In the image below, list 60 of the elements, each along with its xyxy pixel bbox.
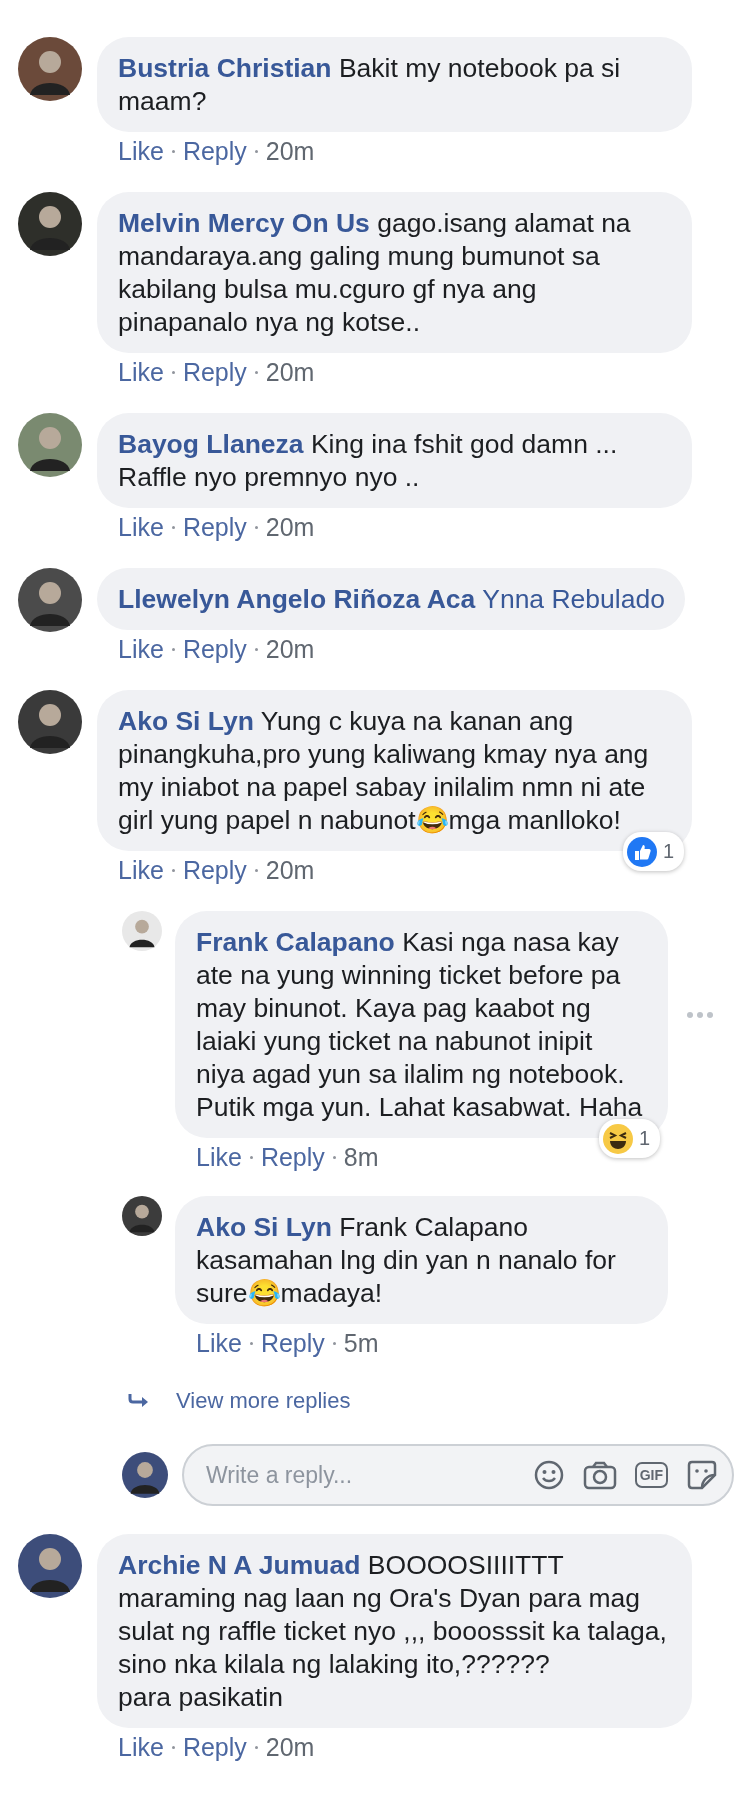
like-link[interactable]: Like [196, 1330, 242, 1356]
comment-text: Bustria Christian Bakit my notebook pa si maam? [118, 53, 622, 116]
comment-text: Ako Si Lyn Frank Calapano kasamahan lng din yan n nanalo for sure😂madaya! [196, 1212, 617, 1308]
author-name[interactable]: Archie N A Jumuad [118, 1550, 361, 1580]
comment-text: Archie N A Jumuad BOOOOSIIIITTT maraming nag laan ng Ora's Dyan para mag sulat ng raffle ticket nyo ,,, booosssit ka talaga, sino nka kilala ng lalaking ito,?????? para pasikatin [118, 1550, 668, 1712]
like-link[interactable]: Like [118, 514, 164, 540]
like-link[interactable]: Like [118, 138, 164, 164]
comment-time: 20m [265, 514, 315, 540]
like-link[interactable]: Like [118, 1734, 164, 1760]
reply-link[interactable]: Reply [260, 1144, 325, 1170]
like-link[interactable]: Like [118, 636, 164, 662]
comment-time: 20m [265, 636, 315, 662]
author-name[interactable]: Frank Calapano [196, 927, 395, 957]
comment-text: Ako Si Lyn Yung c kuya na kanan ang pinangkuha,pro yung kaliwang kmay nya ang my iniabot na papel sabay inilalim nmn ni ate girl yung papel n nabunot😂mga manlloko! [118, 706, 650, 835]
author-name[interactable]: Melvin Mercy On Us [118, 208, 370, 238]
avatar[interactable] [18, 690, 82, 754]
comment-time: 20m [265, 359, 315, 385]
author-name[interactable]: Ako Si Lyn [196, 1212, 332, 1242]
reaction-count: 1 [638, 1126, 650, 1151]
comment-time: 8m [343, 1144, 379, 1170]
like-link[interactable]: Like [118, 857, 164, 883]
avatar[interactable] [122, 1196, 162, 1236]
comment-time: 20m [265, 857, 315, 883]
reply-link[interactable]: Reply [182, 359, 247, 385]
reaction-badge[interactable]: 1 [598, 1119, 660, 1158]
reply-link[interactable]: Reply [182, 514, 247, 540]
author-name[interactable]: Llewelyn Angelo Riñoza Aca [118, 584, 476, 614]
reply-link[interactable]: Reply [182, 138, 247, 164]
author-name[interactable]: Ako Si Lyn [118, 706, 254, 736]
avatar[interactable] [18, 192, 82, 256]
author-name[interactable]: Bayog Llaneza [118, 429, 304, 459]
emoji-icon[interactable] [532, 1459, 565, 1491]
comment-text: Frank Calapano Kasi nga nasa kay ate na yung winning ticket before pa may binunot. Kaya pag kaabot ng laiaki yung ticket na nabunot inipit niya agad yun sa ilalim ng notebook. Putik mga yun. Lahat kasabwat. Haha [196, 927, 643, 1122]
avatar[interactable] [122, 911, 162, 951]
comment-text: Melvin Mercy On Us gago.isang alamat na mandaraya.ang galing mung bumunot sa kabilang bulsa mu.cguro gf nya ang pinapanalo nya ng kotse.. [118, 208, 632, 337]
reply-link[interactable]: Reply [182, 857, 247, 883]
avatar[interactable] [18, 413, 82, 477]
reaction-badge[interactable]: 1 [622, 832, 684, 871]
reply-arrow-icon [128, 1393, 150, 1409]
camera-icon[interactable] [582, 1460, 617, 1490]
avatar[interactable] [18, 37, 82, 101]
comment-time: 5m [343, 1330, 379, 1356]
sticker-icon[interactable] [686, 1459, 718, 1491]
comment-text: Bayog Llaneza King ina fshit god damn ... Raffle nyo premnyo nyo .. [118, 429, 619, 492]
reply-link[interactable]: Reply [260, 1330, 325, 1356]
mention-link[interactable]: Ynna Rebulado [482, 584, 665, 614]
gif-button[interactable]: GIF [634, 1462, 668, 1488]
avatar[interactable] [122, 1452, 168, 1498]
like-link[interactable]: Like [118, 359, 164, 385]
reply-link[interactable]: Reply [182, 1734, 247, 1760]
avatar[interactable] [18, 568, 82, 632]
reaction-count: 1 [662, 839, 674, 864]
author-name[interactable]: Bustria Christian [118, 53, 332, 83]
like-link[interactable]: Like [196, 1144, 242, 1170]
view-more-replies-link[interactable]: View more replies [176, 1388, 351, 1414]
comment-time: 20m [265, 1734, 315, 1760]
reply-link[interactable]: Reply [182, 636, 247, 662]
comment-time: 20m [265, 138, 315, 164]
avatar[interactable] [18, 1534, 82, 1598]
reply-field[interactable]: Write a reply... GIF [182, 1444, 734, 1506]
